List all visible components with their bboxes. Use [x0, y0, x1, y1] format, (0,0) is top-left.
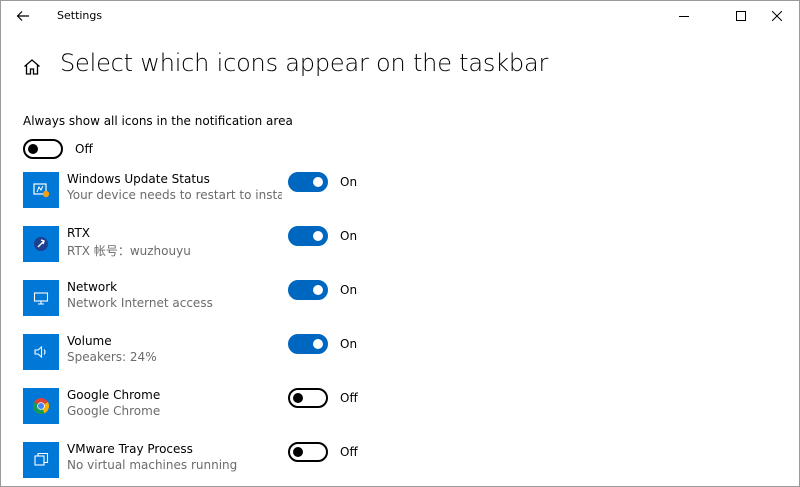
- toggle-state-label: On: [340, 229, 358, 243]
- app-icon-tile: [23, 172, 59, 208]
- toggle-state-label: On: [340, 175, 358, 189]
- minimize-button[interactable]: [661, 1, 707, 31]
- app-name: Network: [67, 280, 118, 294]
- vmware-icon: [34, 452, 49, 466]
- home-icon: [24, 59, 40, 75]
- network-toggle[interactable]: [288, 280, 328, 300]
- app-toggle-setting: On: [288, 280, 357, 300]
- toggle-state-label: On: [340, 283, 358, 297]
- app-icon-tile: [23, 280, 59, 316]
- chrome-icon: [32, 398, 50, 414]
- title-bar: Settings: [1, 1, 799, 31]
- home-button[interactable]: [22, 57, 42, 77]
- window-title: Settings: [57, 9, 103, 22]
- minimize-icon: [679, 16, 689, 17]
- vmware-toggle[interactable]: [288, 442, 328, 462]
- chrome-toggle[interactable]: [288, 388, 328, 408]
- maximize-icon: [736, 11, 746, 21]
- page-title: Select which icons appear on the taskbar: [60, 49, 549, 77]
- list-item-chrome: Google Chrome Google Chrome Off: [23, 388, 783, 424]
- network-icon: [33, 292, 49, 305]
- app-description: Your device needs to restart to insta...: [67, 188, 282, 202]
- toggle-state-label: On: [340, 337, 358, 351]
- list-item-volume: Volume Speakers: 24% On: [23, 334, 783, 370]
- list-item-vmware: VMware Tray Process No virtual machines …: [23, 442, 783, 478]
- app-icon-tile: [23, 388, 59, 424]
- close-icon: [772, 11, 782, 21]
- list-item-network: Network Network Internet access On: [23, 280, 783, 316]
- app-name: Windows Update Status: [67, 172, 210, 186]
- app-description: Network Internet access: [67, 296, 213, 310]
- app-description: Speakers: 24%: [67, 350, 157, 364]
- toggle-state-label: Off: [75, 142, 93, 156]
- app-toggle-setting: On: [288, 334, 357, 354]
- windows-update-icon: [33, 183, 50, 198]
- volume-icon: [34, 345, 46, 359]
- toggle-state-label: Off: [340, 445, 358, 459]
- app-toggle-setting: Off: [288, 442, 358, 462]
- list-item-windows-update: Windows Update Status Your device needs …: [23, 172, 783, 208]
- app-description: Google Chrome: [67, 404, 161, 418]
- app-toggle-setting: Off: [288, 388, 358, 408]
- settings-window: Settings Select which icons appear on th…: [0, 0, 800, 487]
- app-icon-tile: [23, 334, 59, 370]
- rtx-toggle[interactable]: [288, 226, 328, 246]
- app-name: VMware Tray Process: [67, 442, 193, 456]
- windows-update-toggle[interactable]: [288, 172, 328, 192]
- app-name: RTX: [67, 226, 91, 240]
- list-item-rtx: RTX RTX 帐号：wuzhouyu On: [23, 226, 783, 262]
- app-name: Volume: [67, 334, 112, 348]
- app-toggle-setting: On: [288, 226, 357, 246]
- always-show-setting: Off: [23, 139, 93, 159]
- app-icon-tile: [23, 442, 59, 478]
- app-toggle-setting: On: [288, 172, 357, 192]
- rtx-icon: [34, 237, 48, 251]
- always-show-toggle[interactable]: [23, 139, 63, 159]
- close-button[interactable]: [754, 1, 799, 31]
- app-description: RTX 帐号：wuzhouyu: [67, 244, 191, 258]
- toggle-state-label: Off: [340, 391, 358, 405]
- app-icon-tile: [23, 226, 59, 262]
- app-name: Google Chrome: [67, 388, 161, 402]
- always-show-label: Always show all icons in the notificatio…: [23, 114, 293, 128]
- volume-toggle[interactable]: [288, 334, 328, 354]
- back-arrow-icon: [16, 11, 29, 21]
- back-button[interactable]: [9, 3, 37, 29]
- app-description: No virtual machines running: [67, 458, 238, 472]
